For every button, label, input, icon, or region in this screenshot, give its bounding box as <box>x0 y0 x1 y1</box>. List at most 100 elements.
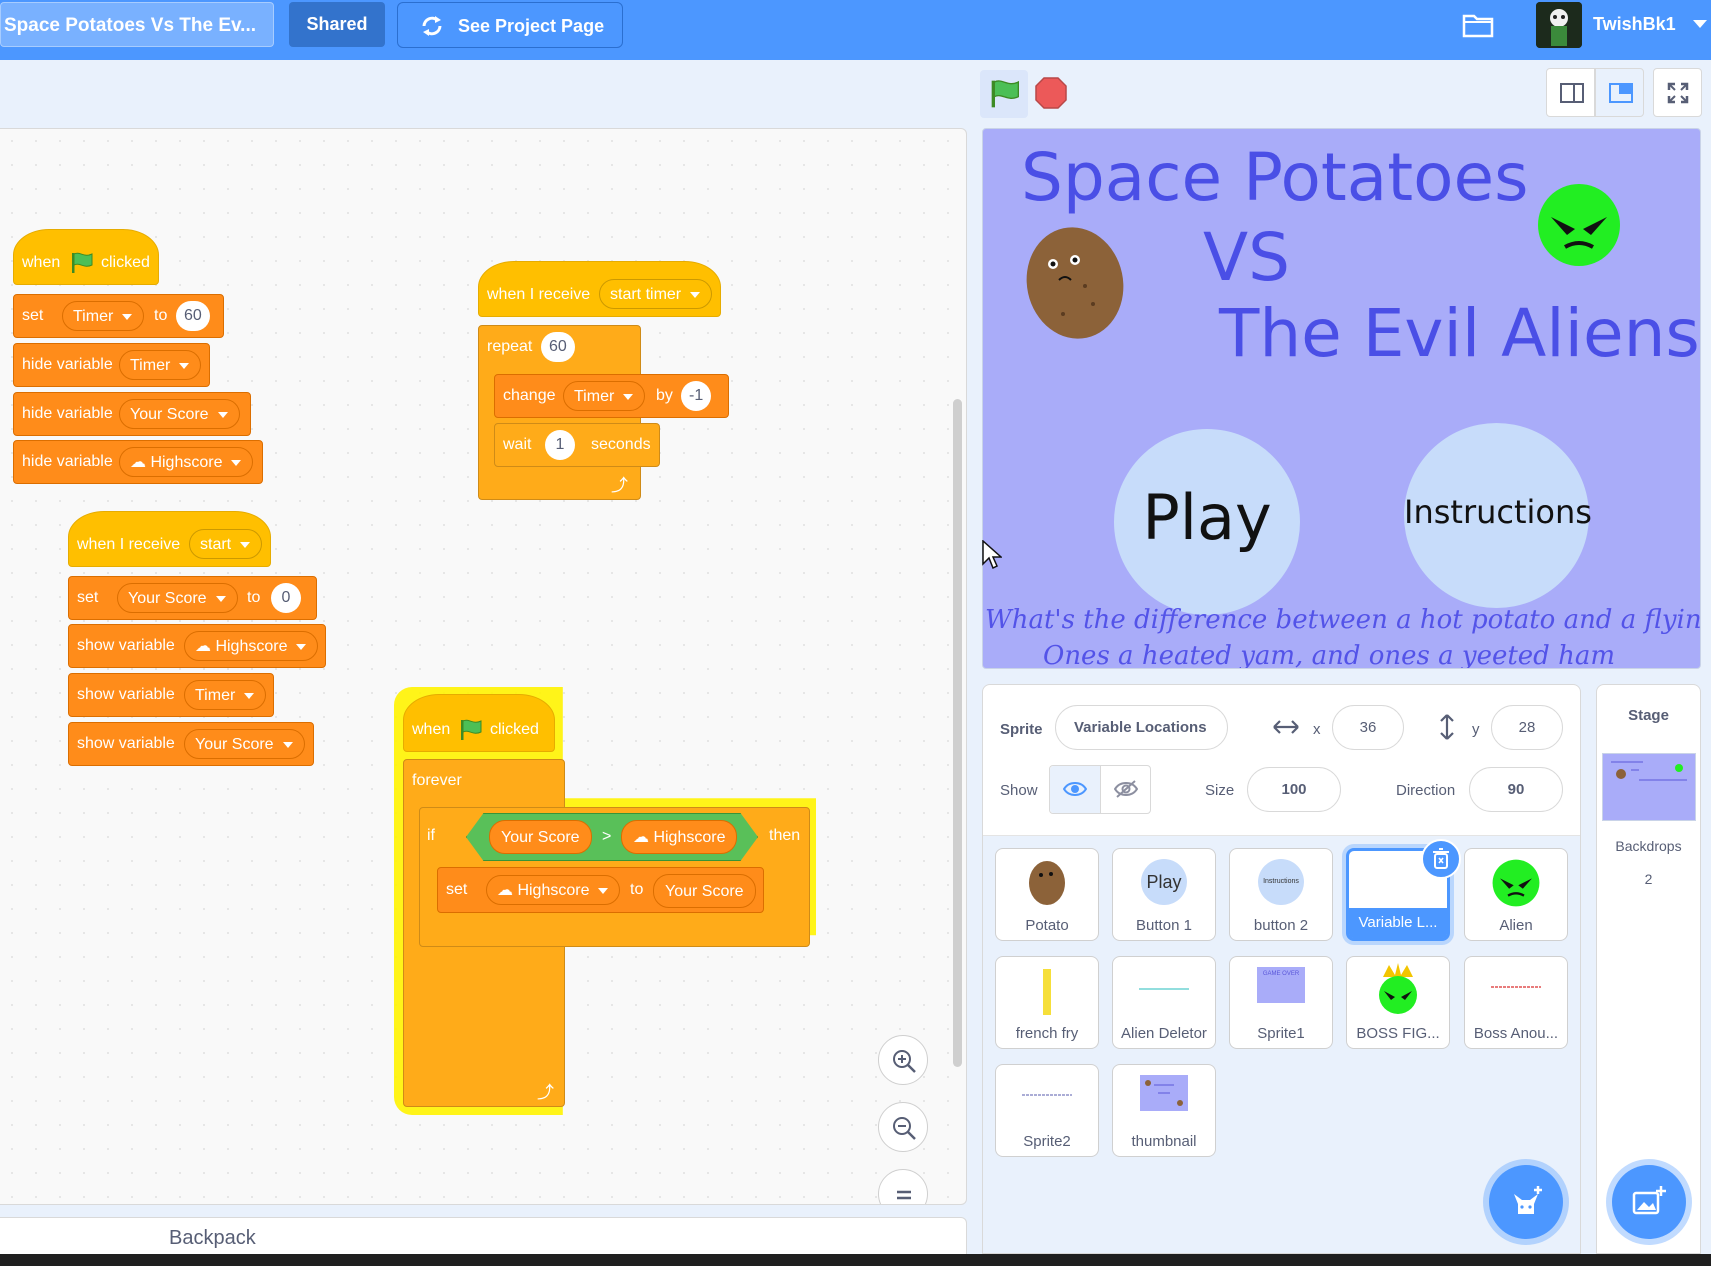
alien-sprite[interactable] <box>1537 183 1621 267</box>
fullscreen-button[interactable] <box>1653 68 1702 117</box>
show-hidden-button[interactable] <box>1101 766 1150 813</box>
sprite-tile-alien[interactable]: Alien <box>1464 848 1568 941</box>
sprite-tile-boss-announcer[interactable]: Boss Anou... <box>1464 956 1568 1049</box>
code-scrollbar[interactable] <box>953 399 962 1067</box>
sprite-tile-button-2[interactable]: Instructions button 2 <box>1229 848 1333 941</box>
hide-variable-block[interactable]: hide variable ☁ Highscore <box>13 440 263 484</box>
button-2-thumbnail: Instructions <box>1258 859 1304 905</box>
wait-block[interactable]: wait 1 seconds <box>494 423 660 467</box>
folder-icon[interactable] <box>1462 12 1494 38</box>
when-i-receive-hat[interactable]: when I receive start <box>68 511 271 567</box>
green-flag-button[interactable] <box>980 70 1028 118</box>
hide-variable-block[interactable]: hide variable Timer <box>13 343 210 387</box>
hide-variable-block[interactable]: hide variable Your Score <box>13 392 251 436</box>
add-sprite-button[interactable] <box>1489 1165 1563 1239</box>
sprite-tile-potato[interactable]: Potato <box>995 848 1099 941</box>
stage-backdrop-thumbnail[interactable] <box>1602 753 1696 821</box>
show-visible-button[interactable] <box>1050 766 1101 813</box>
green-flag-icon <box>991 80 1019 108</box>
zoom-in-icon <box>893 1050 916 1073</box>
variable-dropdown[interactable]: Timer <box>62 301 145 331</box>
sprite-properties: Sprite Variable Locations x 36 y 28 Show… <box>983 685 1580 836</box>
y-input[interactable]: 28 <box>1491 705 1563 750</box>
number-input[interactable]: -1 <box>681 381 712 411</box>
number-input[interactable]: 60 <box>541 332 575 362</box>
variable-dropdown[interactable]: ☁ Highscore <box>184 631 319 661</box>
backpack-label: Backpack <box>169 1227 256 1249</box>
number-input[interactable]: 0 <box>271 583 301 613</box>
loop-arrow-icon: ⤴ <box>537 1083 554 1102</box>
direction-label: Direction <box>1396 782 1456 799</box>
sprite-tile-alien-deletor[interactable]: Alien Deletor <box>1112 956 1216 1049</box>
instructions-button-sprite[interactable]: Instructions <box>1404 423 1592 608</box>
message-dropdown[interactable]: start <box>189 529 263 559</box>
stage-canvas[interactable]: Space Potatoes VS The Evil Aliens Play I… <box>982 128 1701 669</box>
code-area[interactable]: when clicked set Timer to 60 hide variab… <box>0 128 967 1205</box>
highscore-reporter[interactable]: ☁ Highscore <box>621 820 738 854</box>
potato-sprite[interactable] <box>1023 224 1127 342</box>
sprite-tile-button-1[interactable]: Play Button 1 <box>1112 848 1216 941</box>
sprite-label: Sprite <box>1000 721 1043 738</box>
greater-than-operator[interactable]: Your Score > ☁ Highscore <box>466 813 758 861</box>
sprite-tile-boss-fighter[interactable]: BOSS FIG... <box>1346 956 1450 1049</box>
your-score-reporter[interactable]: Your Score <box>489 820 592 854</box>
number-input[interactable]: 1 <box>545 430 575 460</box>
green-flag-icon <box>461 719 482 740</box>
variable-dropdown[interactable]: Timer <box>119 350 202 380</box>
backdrops-count: 2 <box>1644 871 1653 887</box>
add-backdrop-button[interactable] <box>1612 1165 1686 1239</box>
x-label: x <box>1313 721 1321 738</box>
show-toggle-group <box>1049 765 1151 814</box>
direction-input[interactable]: 90 <box>1469 767 1563 812</box>
if-header[interactable]: if Your Score > ☁ Highscore then <box>419 807 810 867</box>
vertical-arrows-icon <box>1440 714 1454 740</box>
project-title-input[interactable]: Space Potatoes Vs The Ev... <box>0 2 274 47</box>
message-dropdown[interactable]: start timer <box>599 279 713 309</box>
small-stage-button[interactable] <box>1546 68 1595 117</box>
sprite-tile-sprite1[interactable]: GAME OVER Sprite1 <box>1229 956 1333 1049</box>
show-variable-block[interactable]: show variable ☁ Highscore <box>68 624 326 668</box>
delete-sprite-button[interactable] <box>1421 839 1461 879</box>
stop-button[interactable] <box>1034 76 1068 110</box>
set-variable-block[interactable]: set Timer to 60 <box>13 294 224 338</box>
zoom-reset-button[interactable] <box>878 1169 928 1204</box>
sprite-tile-sprite2[interactable]: Sprite2 <box>995 1064 1099 1157</box>
backpack[interactable]: Backpack <box>0 1217 967 1259</box>
variable-dropdown[interactable]: Your Score <box>184 729 305 759</box>
variable-dropdown[interactable]: Your Score <box>117 583 238 613</box>
x-input[interactable]: 36 <box>1332 705 1404 750</box>
when-i-receive-hat[interactable]: when I receive start timer <box>478 261 721 317</box>
stage-selector[interactable]: Stage Backdrops 2 <box>1596 684 1701 1254</box>
zoom-out-button[interactable] <box>878 1102 928 1152</box>
set-variable-block[interactable]: set Your Score to 0 <box>68 576 317 620</box>
variable-dropdown[interactable]: ☁ Highscore <box>119 447 254 477</box>
show-variable-block[interactable]: show variable Your Score <box>68 722 314 766</box>
size-input[interactable]: 100 <box>1247 767 1341 812</box>
normal-stage-button[interactable] <box>1595 68 1644 117</box>
zoom-in-button[interactable] <box>878 1035 928 1085</box>
play-button-sprite[interactable]: Play <box>1114 429 1300 615</box>
sprite-name-input[interactable]: Variable Locations <box>1055 705 1228 750</box>
sprite-tile-thumbnail[interactable]: thumbnail <box>1112 1064 1216 1157</box>
variable-dropdown[interactable]: Timer <box>563 381 646 411</box>
your-score-reporter[interactable]: Your Score <box>653 874 756 908</box>
stage-title-line3: The Evil Aliens <box>1219 295 1700 372</box>
variable-dropdown[interactable]: Your Score <box>119 399 240 429</box>
when-flag-clicked-hat[interactable]: when clicked <box>403 694 555 752</box>
mouse-cursor-icon <box>982 540 1002 570</box>
show-variable-block[interactable]: show variable Timer <box>68 673 274 717</box>
loop-arrow-icon: ⤴ <box>611 476 628 495</box>
variable-dropdown[interactable]: Timer <box>184 680 267 710</box>
when-flag-clicked-hat[interactable]: when clicked <box>13 229 159 285</box>
number-input[interactable]: 60 <box>176 301 210 331</box>
y-label: y <box>1472 721 1480 738</box>
french-fry-thumbnail <box>1043 969 1051 1015</box>
see-project-page-button[interactable]: See Project Page <box>397 2 623 48</box>
alien-thumbnail <box>1492 859 1540 907</box>
sprite-tile-variable-locations[interactable]: Variable L... <box>1346 839 1461 941</box>
shared-button[interactable]: Shared <box>289 2 385 47</box>
variable-dropdown[interactable]: ☁ Highscore <box>486 875 621 905</box>
set-variable-block[interactable]: set ☁ Highscore to Your Score <box>437 867 764 913</box>
change-variable-block[interactable]: change Timer by -1 <box>494 374 729 418</box>
sprite-tile-french-fry[interactable]: french fry <box>995 956 1099 1049</box>
